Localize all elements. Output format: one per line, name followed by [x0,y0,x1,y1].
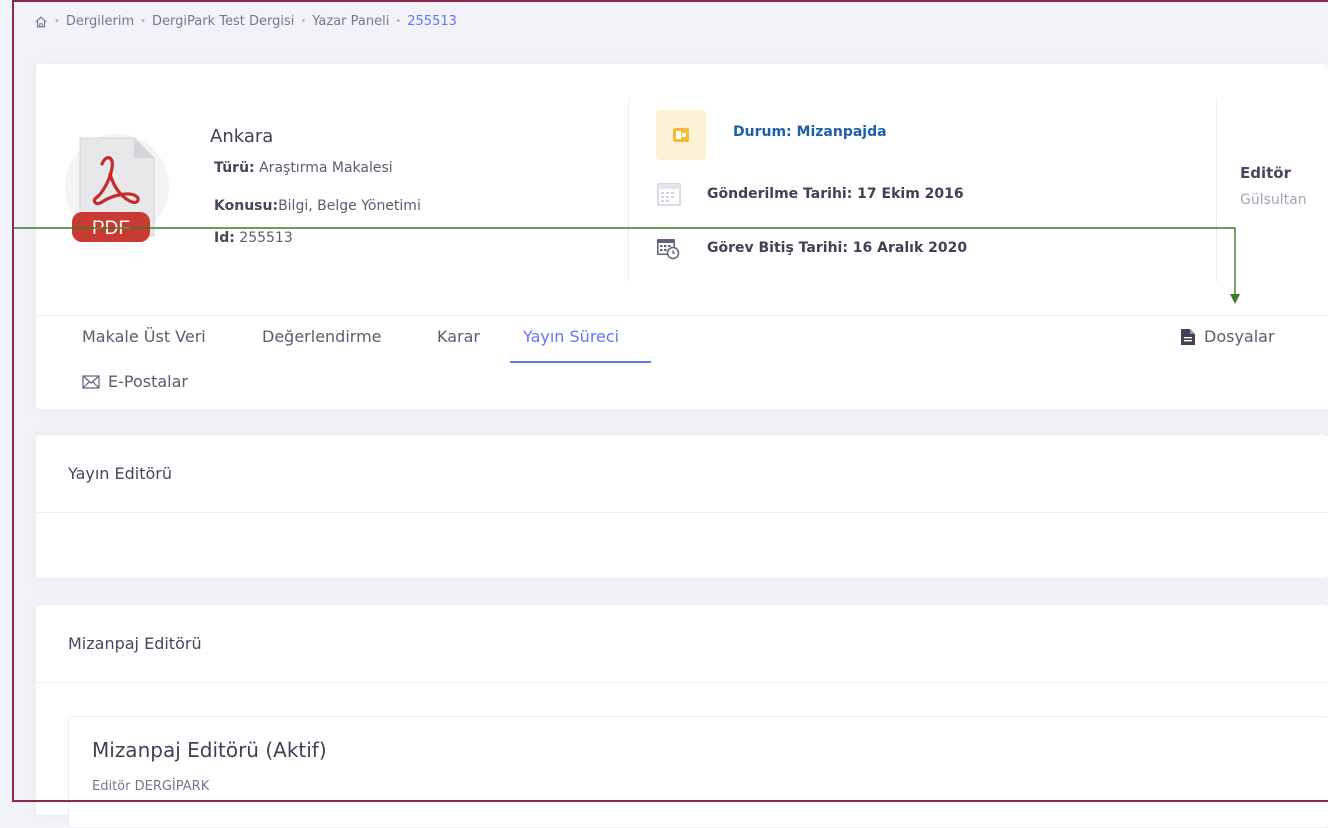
card-divider [36,512,1328,513]
breadcrumb-separator: • [395,16,402,27]
layout-editor-name: Editör DERGİPARK [92,779,210,794]
article-subject: Konusu:Bilgi, Belge Yönetimi [214,198,421,214]
breadcrumb-item-journal[interactable]: DergiPark Test Dergisi [152,14,294,29]
status-text: Durum: Mizanpajda [733,124,887,140]
breadcrumb-separator: • [300,16,307,27]
tab-files-label: Dosyalar [1204,327,1275,346]
breadcrumb-item-journals[interactable]: Dergilerim [66,14,134,29]
vertical-divider [1216,98,1217,282]
breadcrumb-separator: • [140,16,147,27]
article-type: Türü: Araştırma Makalesi [214,160,393,176]
active-layout-editor-title: Mizanpaj Editörü (Aktif) [92,738,327,762]
due-date: Görev Bitiş Tarihi: 16 Aralık 2020 [707,240,968,256]
tab-article-metadata[interactable]: Makale Üst Veri [82,327,206,346]
calendar-icon [657,183,681,206]
publication-editor-title: Yayın Editörü [68,464,173,483]
article-subject-value: Bilgi, Belge Yönetimi [278,198,421,214]
article-title: Ankara [210,126,274,147]
tab-review[interactable]: Değerlendirme [262,327,382,346]
tab-emails[interactable]: E-Postalar [82,372,188,391]
card-divider [36,682,1328,683]
file-icon [1181,328,1195,345]
envelope-icon [82,374,100,389]
calendar-clock-icon [657,239,680,260]
article-id: Id: 255513 [214,230,293,246]
vertical-divider [628,98,629,282]
status-badge [656,110,706,160]
pdf-file-icon: PDF [65,134,169,242]
tab-emails-label: E-Postalar [108,372,188,391]
article-type-value: Araştırma Makalesi [259,160,393,176]
breadcrumb: • Dergilerim • DergiPark Test Dergisi • … [34,14,457,29]
article-id-label: Id: [214,230,235,246]
article-id-value: 255513 [239,230,293,246]
editor-name[interactable]: Gülsultan [1240,192,1307,208]
publication-editor-card [36,435,1328,578]
tab-files[interactable]: Dosyalar [1180,327,1275,346]
active-tab-indicator [510,361,651,363]
submission-date: Gönderilme Tarihi: 17 Ekim 2016 [707,186,964,202]
pdf-badge-text: PDF [92,218,130,239]
breadcrumb-separator: • [54,16,60,27]
breadcrumb-item-author-panel[interactable]: Yazar Paneli [312,14,389,29]
tabs-divider [36,315,1328,316]
layout-editor-title: Mizanpaj Editörü [68,634,202,653]
article-subject-label: Konusu: [214,198,279,214]
tab-decision[interactable]: Karar [437,327,480,346]
home-icon[interactable] [34,15,48,29]
tab-publication-process[interactable]: Yayın Süreci [523,327,619,346]
status-icon [673,128,689,142]
article-type-label: Türü: [214,160,255,176]
breadcrumb-current: 255513 [407,14,457,29]
active-layout-editor-card [68,716,1328,828]
editor-label: Editör [1240,164,1291,182]
